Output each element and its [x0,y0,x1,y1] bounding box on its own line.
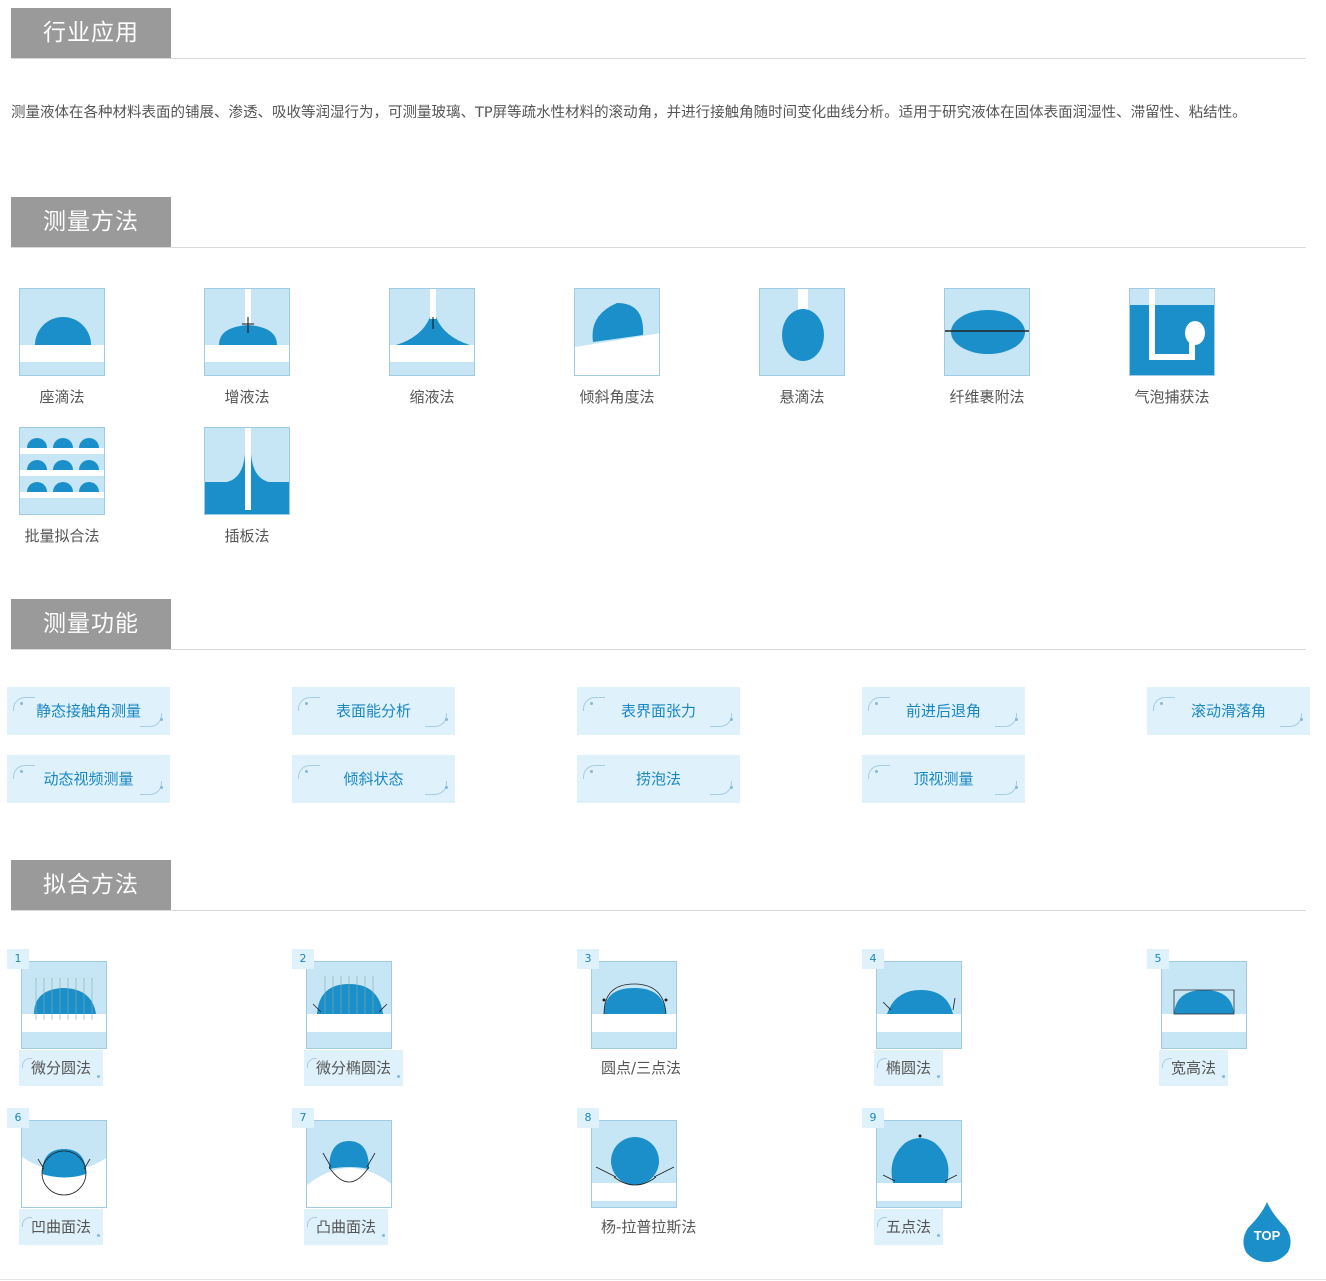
fitting-label: 微分椭圆法 [304,1050,404,1086]
back-to-top-button[interactable]: TOP [1242,1200,1292,1262]
young-laplace-icon [591,1120,677,1208]
tilt-angle-icon [574,288,660,376]
captive-bubble-icon [1129,288,1215,376]
function-item[interactable]: 静态接触角测量 [7,687,170,735]
method-pendant-drop: 悬滴法 [747,288,857,407]
section-header-fitting: 拟合方法 [11,860,1306,911]
function-label: 滚动滑落角 [1190,702,1266,720]
method-plate: 插板法 [192,427,302,546]
method-fiber: 纤维裹附法 [932,288,1042,407]
method-captive-bubble: 气泡捕获法 [1117,288,1227,407]
fitting-label: 凸曲面法 [304,1209,389,1245]
fitting-label: 杨-拉普拉斯法 [601,1218,697,1236]
function-item[interactable]: 表面能分析 [292,687,455,735]
method-label: 倾斜角度法 [579,388,655,406]
method-tilt-angle: 倾斜角度法 [562,288,672,407]
width-height-icon [1161,961,1247,1049]
fitting-number: 9 [862,1108,884,1128]
five-point-icon [876,1120,962,1208]
section-header-methods: 测量方法 [11,197,1306,248]
section-title-fitting: 拟合方法 [11,860,171,910]
add-liquid-icon [204,288,290,376]
function-label: 动态视频测量 [43,770,134,788]
plate-icon [204,427,290,515]
function-item[interactable]: 前进后退角 [862,687,1025,735]
pendant-drop-icon [759,288,845,376]
fitting-number: 2 [292,949,314,969]
concave-surface-icon [21,1120,107,1208]
fitting-item: 4 椭圆法 [862,949,982,1089]
fitting-label: 椭圆法 [874,1050,944,1086]
fitting-label: 五点法 [874,1209,944,1245]
function-item[interactable]: 滚动滑落角 [1147,687,1310,735]
batch-fit-icon [19,427,105,515]
fitting-label: 凹曲面法 [19,1209,104,1245]
method-withdraw-liquid: 缩液法 [377,288,487,407]
function-label: 顶视测量 [913,770,974,788]
fitting-item: 6 凹曲面法 [7,1108,127,1248]
function-item[interactable]: 顶视测量 [862,755,1025,803]
method-label: 座滴法 [39,388,85,406]
function-label: 捞泡法 [635,770,681,788]
fitting-item: 3 圆点/三点法 [577,949,697,1089]
sessile-drop-icon [19,288,105,376]
fitting-label: 圆点/三点法 [601,1059,682,1077]
fitting-label: 宽高法 [1159,1050,1229,1086]
ellipse-icon [876,961,962,1049]
function-label: 倾斜状态 [343,770,404,788]
fitting-item: 2 微分椭圆法 [292,949,412,1089]
function-item[interactable]: 捞泡法 [577,755,740,803]
fitting-number: 3 [577,949,599,969]
method-label: 插板法 [224,527,270,545]
fitting-number: 1 [7,949,29,969]
fitting-item: 5 宽高法 [1147,949,1267,1089]
differential-circle-icon [21,961,107,1049]
section-header-industry: 行业应用 [11,8,1306,59]
fitting-item: 9 五点法 [862,1108,982,1248]
function-label: 静态接触角测量 [35,702,141,720]
fitting-item: 1 微分圆法 [7,949,127,1089]
fitting-number: 5 [1147,949,1169,969]
method-label: 纤维裹附法 [949,388,1025,406]
fitting-number: 4 [862,949,884,969]
method-label: 增液法 [224,388,270,406]
fitting-item: 8 杨-拉普拉斯法 [577,1108,697,1248]
section-title-industry: 行业应用 [11,8,171,58]
function-label: 前进后退角 [905,702,981,720]
function-label: 表面能分析 [335,702,411,720]
fitting-number: 7 [292,1108,314,1128]
fitting-number: 6 [7,1108,29,1128]
intro-text: 测量液体在各种材料表面的铺展、渗透、吸收等润湿行为，可测量玻璃、TP屏等疏水性材… [11,105,1247,121]
fitting-number: 8 [577,1108,599,1128]
top-label: TOP [1253,1228,1281,1243]
method-sessile-drop: 座滴法 [7,288,117,407]
method-batch-fit: 批量拟合法 [7,427,117,546]
section-title-functions: 测量功能 [11,599,171,649]
withdraw-liquid-icon [389,288,475,376]
section-header-functions: 测量功能 [11,599,1306,650]
function-label: 表界面张力 [620,702,696,720]
method-label: 缩液法 [409,388,455,406]
fitting-label: 微分圆法 [19,1050,104,1086]
function-item[interactable]: 表界面张力 [577,687,740,735]
method-label: 气泡捕获法 [1134,388,1210,406]
convex-surface-icon [306,1120,392,1208]
footer-divider [0,1279,1326,1280]
three-point-icon [591,961,677,1049]
method-add-liquid: 增液法 [192,288,302,407]
function-item[interactable]: 动态视频测量 [7,755,170,803]
fiber-icon [944,288,1030,376]
section-title-methods: 测量方法 [11,197,171,247]
method-label: 悬滴法 [779,388,825,406]
differential-ellipse-icon [306,961,392,1049]
function-item[interactable]: 倾斜状态 [292,755,455,803]
method-label: 批量拟合法 [24,527,100,545]
fitting-item: 7 凸曲面法 [292,1108,412,1248]
